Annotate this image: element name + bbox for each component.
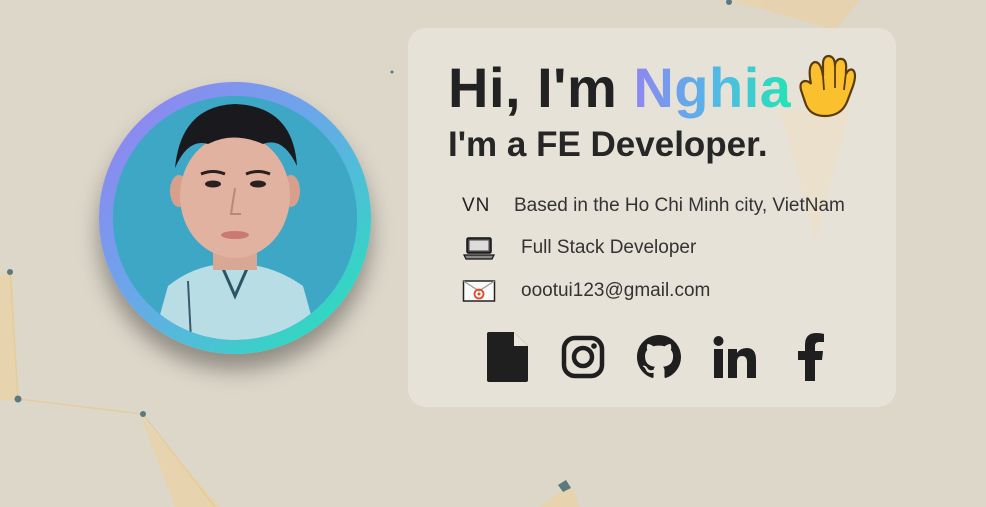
facebook-link[interactable] [788,332,834,382]
job-row: Full Stack Developer [462,233,696,263]
facebook-icon [798,333,824,381]
role-heading: I'm a FE Developer. [448,125,768,164]
instagram-icon [561,335,605,379]
envelope-icon [462,279,498,303]
github-icon [637,335,681,378]
email-row: oootui123@gmail.com [462,276,710,306]
location-text: Based in the Ho Chi Minh city, VietNam [514,195,845,216]
greeting-heading: Hi, I'm Nghia [448,54,857,122]
greeting-prefix: Hi, I'm [448,56,618,119]
location-row: VN Based in the Ho Chi Minh city, VietNa… [462,191,845,221]
document-icon [487,332,528,382]
location-code: VN [462,195,491,216]
name-highlight: Nghia [633,56,792,119]
avatar [99,82,371,354]
instagram-link[interactable] [560,332,606,382]
linkedin-icon [713,336,756,378]
profile-card: Hi, I'm Nghia I'm a FE Developer. VN Bas… [408,28,896,407]
profile-photo [113,96,357,340]
email-link[interactable]: oootui123@gmail.com [521,280,710,302]
waving-hand-icon [799,54,857,118]
laptop-icon [462,235,498,261]
github-link[interactable] [636,332,682,382]
job-text: Full Stack Developer [521,237,697,258]
linkedin-link[interactable] [712,332,758,382]
social-links [484,328,834,386]
resume-document-link[interactable] [484,332,530,382]
